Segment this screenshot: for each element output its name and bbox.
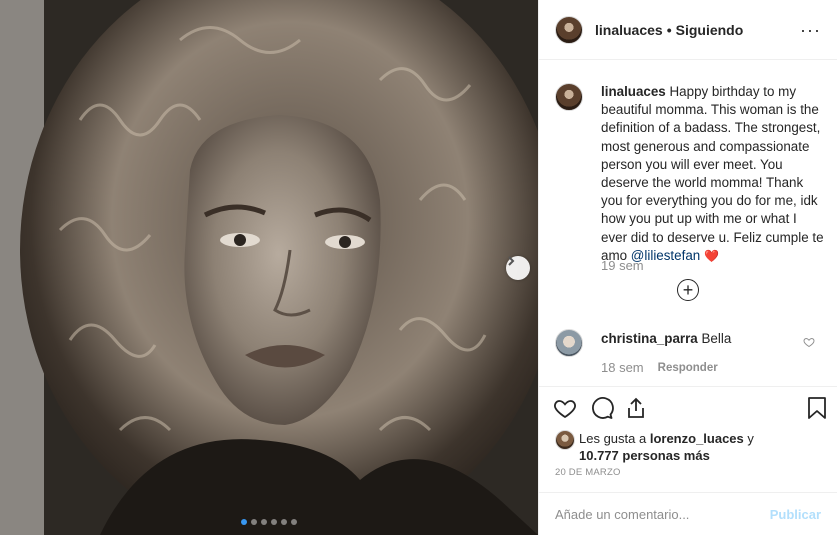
action-bar <box>539 396 837 426</box>
red-heart-emoji: ❤️ <box>703 248 719 263</box>
carousel-dot <box>251 519 257 525</box>
caption-body: Happy birthday to my beautiful momma. Th… <box>601 84 824 263</box>
post-photo[interactable] <box>0 0 538 535</box>
separator-dot: • <box>666 21 672 38</box>
comment-text: christina_parra Bella <box>601 331 731 357</box>
carousel-dot <box>241 519 247 525</box>
comment-icon[interactable] <box>590 396 614 420</box>
add-comment-bar: Publicar <box>539 492 837 535</box>
comment-input[interactable] <box>555 506 770 522</box>
caption-text: linaluaces Happy birthday to my beautifu… <box>601 83 825 265</box>
reply-button[interactable]: Responder <box>658 362 718 374</box>
likes-conjunction: y <box>747 431 754 446</box>
carousel-dot <box>281 519 287 525</box>
comment-avatar[interactable] <box>555 329 583 357</box>
likes-count[interactable]: 10.777 personas más <box>579 448 710 463</box>
likes-summary: Les gusta a lorenzo_luaces y 10.777 pers… <box>555 430 779 464</box>
caption-username[interactable]: linaluaces <box>601 84 666 99</box>
comment-item: christina_parra Bella <box>555 329 825 357</box>
post-author-username[interactable]: linaluaces <box>595 22 663 38</box>
more-horizontal-icon[interactable]: ··· <box>800 20 821 41</box>
heart-icon[interactable] <box>553 396 577 420</box>
carousel-indicator <box>241 519 297 525</box>
follow-button[interactable]: Siguiendo <box>676 22 744 38</box>
share-icon[interactable] <box>624 396 648 420</box>
caption-timestamp[interactable]: 19 sem <box>601 258 644 273</box>
comments-section: linaluaces Happy birthday to my beautifu… <box>539 61 837 387</box>
caption-avatar[interactable] <box>555 83 583 111</box>
post-header: linaluaces • Siguiendo ··· <box>539 0 837 60</box>
carousel-dot <box>271 519 277 525</box>
carousel-dot <box>261 519 267 525</box>
post-side-panel: linaluaces • Siguiendo ··· linaluaces Ha… <box>538 0 837 535</box>
liker-username[interactable]: lorenzo_luaces <box>650 431 744 446</box>
portrait-image <box>0 0 538 535</box>
comment-body: Bella <box>701 331 732 346</box>
comment-meta: 18 sem Responder <box>601 360 718 375</box>
avatar[interactable] <box>555 15 583 44</box>
carousel-dot <box>291 519 297 525</box>
like-comment-heart-icon[interactable] <box>803 336 815 348</box>
liker-avatar[interactable] <box>555 430 575 450</box>
bookmark-icon[interactable] <box>807 396 827 420</box>
comment-username[interactable]: christina_parra <box>601 331 698 346</box>
chevron-right-icon <box>508 256 515 266</box>
post-date[interactable]: 20 DE MARZO <box>555 467 621 478</box>
likes-prefix: Les gusta a <box>579 431 647 446</box>
publish-button[interactable]: Publicar <box>770 507 821 522</box>
next-slide-button[interactable] <box>506 256 530 280</box>
plus-circle-icon[interactable]: + <box>677 279 699 301</box>
caption: linaluaces Happy birthday to my beautifu… <box>555 83 825 265</box>
likes-text: Les gusta a lorenzo_luaces y 10.777 pers… <box>579 430 779 464</box>
comment-timestamp[interactable]: 18 sem <box>601 360 644 375</box>
